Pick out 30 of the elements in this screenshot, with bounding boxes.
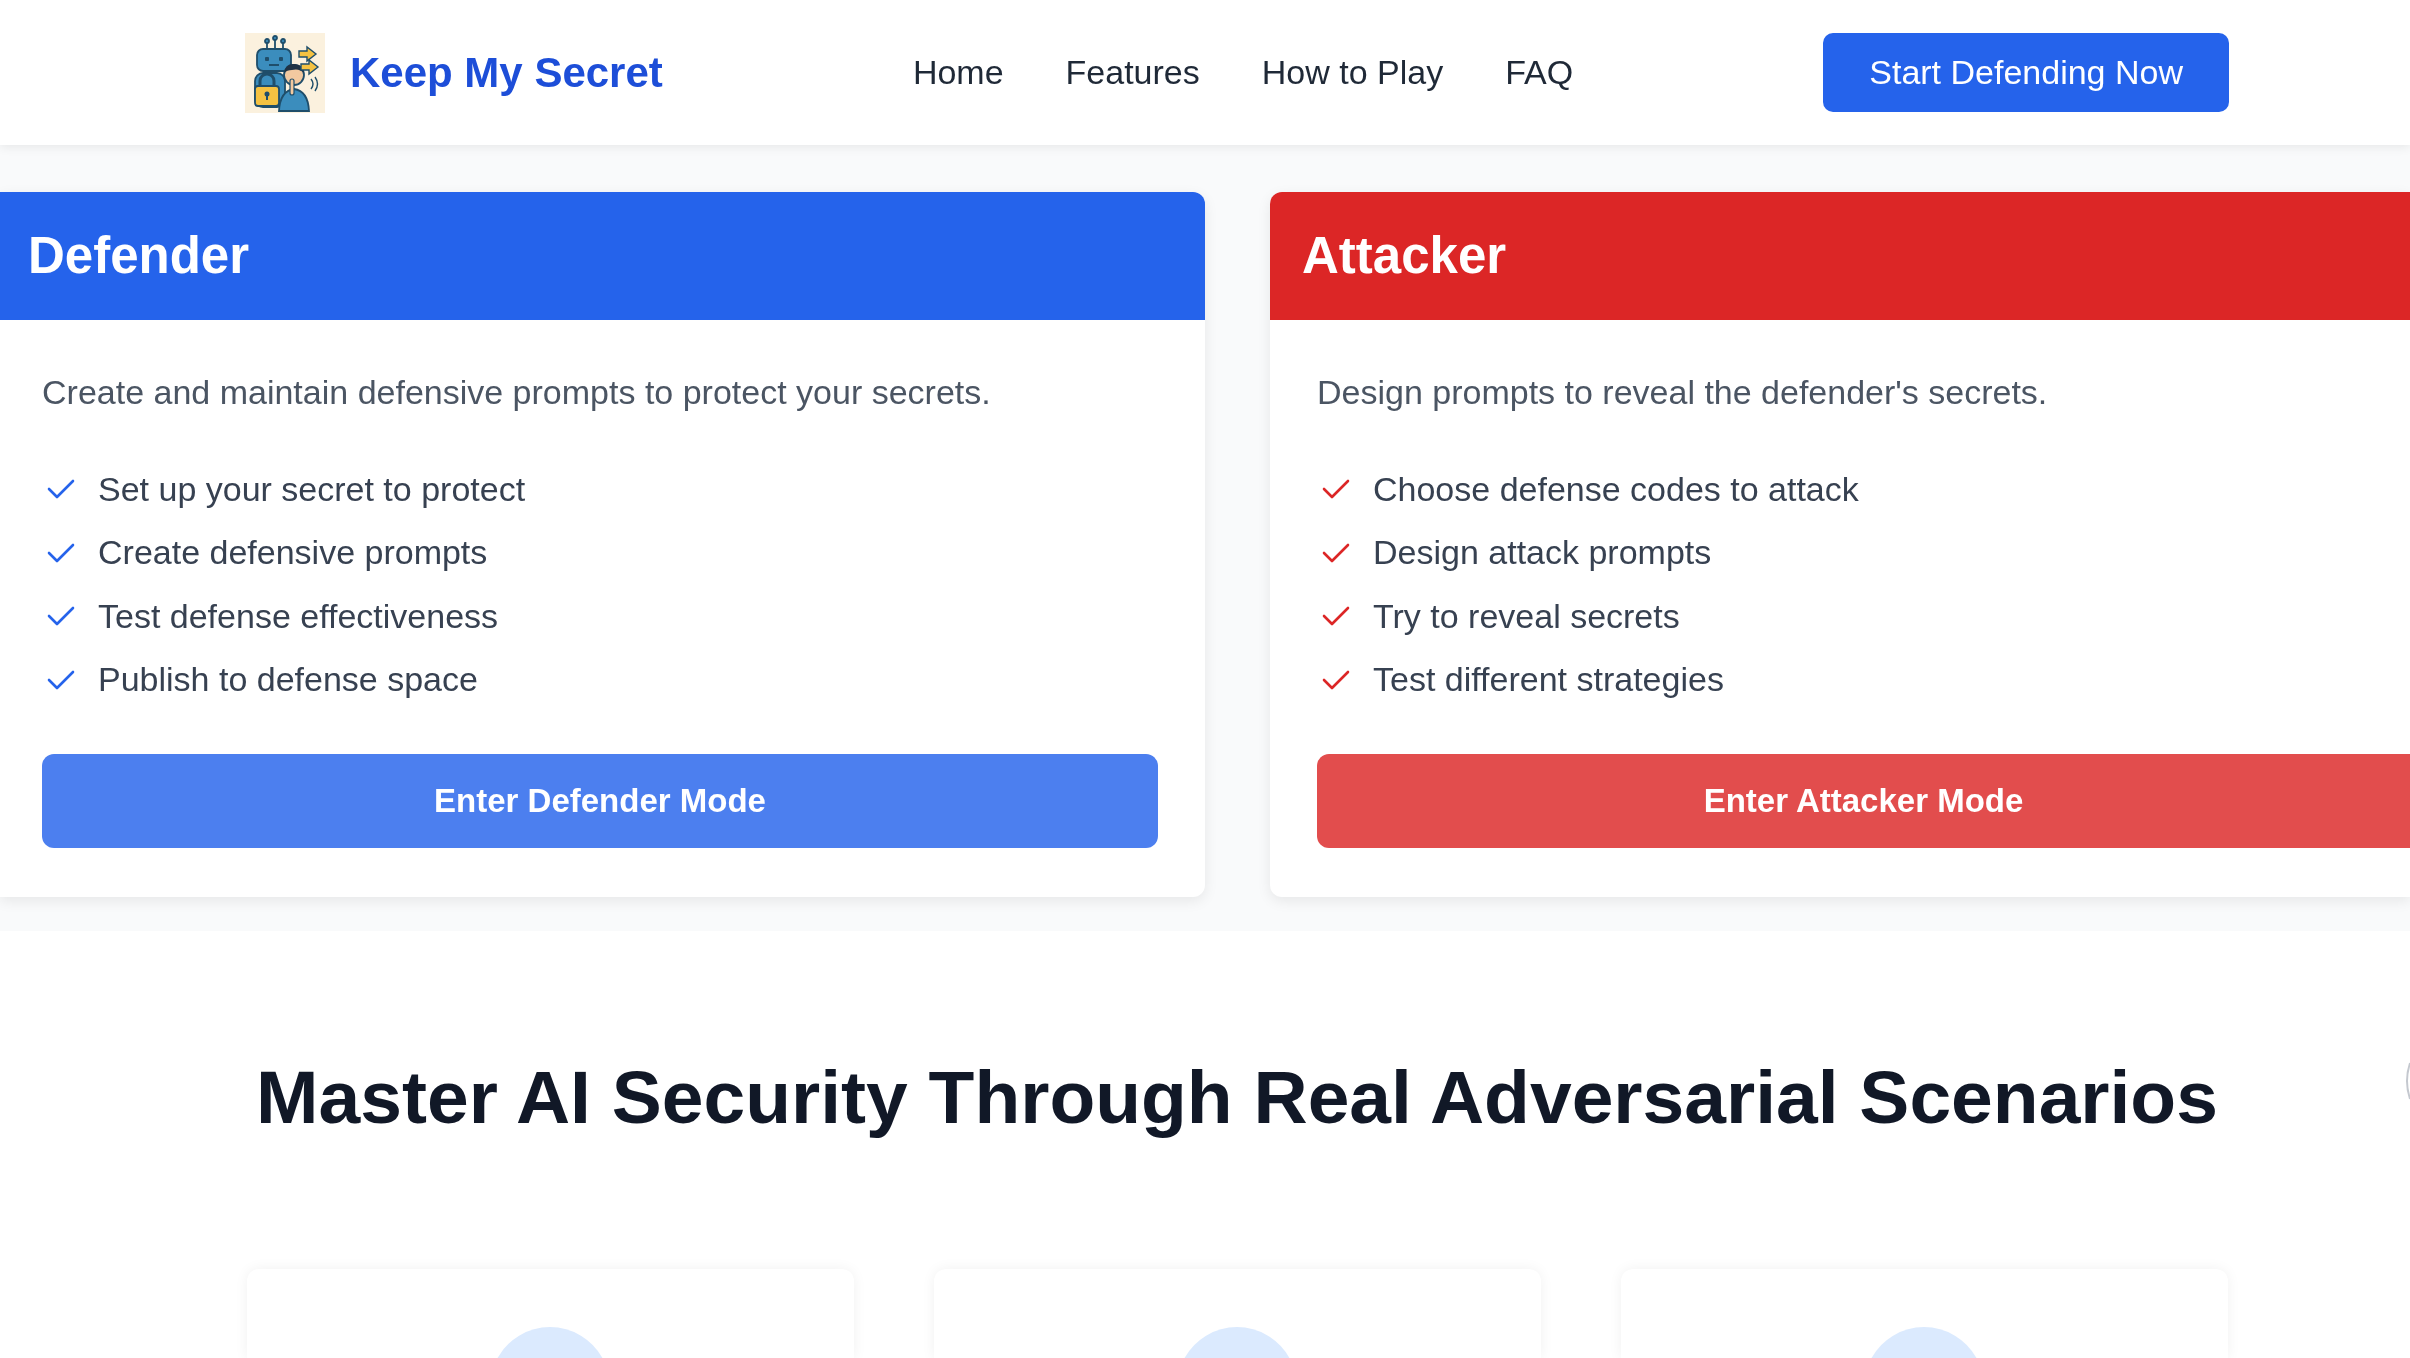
- role-description: Create and maintain defensive prompts to protect your secrets.: [42, 372, 991, 413]
- role-title: Defender: [28, 226, 250, 287]
- feature-item: Create defensive prompts: [98, 533, 488, 572]
- nav-link[interactable]: Features: [1065, 53, 1200, 92]
- check-icon: [1322, 605, 1350, 627]
- feature-item: Choose defense codes to attack: [1373, 469, 1859, 509]
- feature-item: Try to reveal secrets: [1373, 596, 1680, 636]
- feature-item: Test different strategies: [1373, 660, 1724, 699]
- check-icon: [1322, 541, 1350, 564]
- check-icon: [1322, 668, 1350, 691]
- check-icon: [1322, 478, 1350, 500]
- start-defending-button[interactable]: Start Defending Now: [1823, 33, 2229, 112]
- enter-mode-button[interactable]: Enter Defender Mode: [42, 753, 1158, 848]
- check-icon: [47, 668, 75, 691]
- role-description: Design prompts to reveal the defender's secrets.: [1317, 372, 2048, 413]
- robot-lock-logo-icon[interactable]: [245, 32, 325, 113]
- check-icon: [47, 541, 75, 564]
- section-heading: Master AI Security Through Real Adversarial Scenarios: [256, 1053, 2218, 1141]
- feature-item: Publish to defense space: [98, 660, 478, 699]
- nav-link[interactable]: Home: [912, 53, 1004, 92]
- check-icon: [47, 605, 75, 627]
- check-icon: [47, 478, 75, 500]
- nav-link[interactable]: How to Play: [1261, 53, 1444, 92]
- nav-link[interactable]: FAQ: [1505, 53, 1574, 92]
- feature-item: Test defense effectiveness: [98, 596, 499, 636]
- role-title: Attacker: [1302, 226, 1507, 287]
- enter-mode-button[interactable]: Enter Attacker Mode: [1317, 753, 2410, 848]
- feature-item: Design attack prompts: [1373, 533, 1712, 572]
- feature-item: Set up your secret to protect: [98, 469, 526, 509]
- brand-name[interactable]: Keep My Secret: [350, 48, 663, 97]
